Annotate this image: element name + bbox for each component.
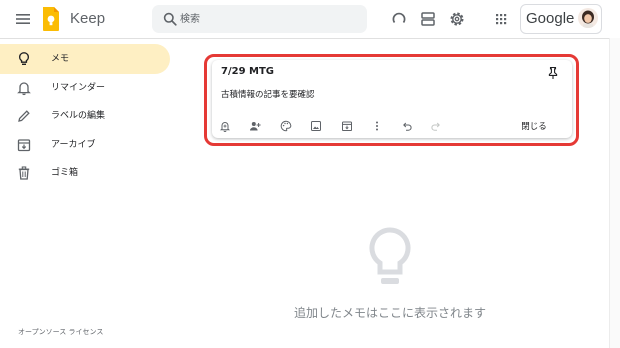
sidebar-item-label: リマインダー <box>51 83 106 93</box>
main-menu-button[interactable] <box>13 9 33 29</box>
note-title[interactable]: 7/29 MTG <box>221 66 274 77</box>
pencil-icon <box>16 108 32 124</box>
app-title: Keep <box>70 10 106 27</box>
sidebar-item-label: ゴミ箱 <box>51 168 79 178</box>
sidebar-item-label: メモ <box>51 54 70 64</box>
add-person-icon[interactable] <box>249 120 261 132</box>
hamburger-icon <box>16 14 30 24</box>
bell-plus-icon[interactable] <box>219 120 231 132</box>
empty-state-message: 追加したメモはここに表示されます <box>293 306 486 320</box>
bell-icon <box>16 80 32 96</box>
undo-icon[interactable] <box>401 120 413 132</box>
archive-icon[interactable] <box>341 120 353 132</box>
redo-icon[interactable] <box>430 120 442 132</box>
more-vert-icon[interactable] <box>371 120 383 132</box>
trash-icon <box>16 165 32 181</box>
search-icon[interactable] <box>163 12 177 26</box>
pin-icon[interactable] <box>546 66 560 80</box>
keep-logo-icon <box>43 7 59 31</box>
apps-grid-icon[interactable] <box>493 11 509 27</box>
lightbulb-icon <box>366 226 414 292</box>
close-button[interactable]: 閉じる <box>514 117 554 135</box>
image-icon[interactable] <box>310 120 322 132</box>
sidebar-item-label: アーカイブ <box>51 140 96 150</box>
gear-icon[interactable] <box>448 10 466 28</box>
lightbulb-icon <box>16 51 32 67</box>
keep-logo[interactable] <box>41 6 61 32</box>
list-view-icon[interactable] <box>419 10 437 28</box>
search-input[interactable] <box>180 5 360 33</box>
open-source-license-link[interactable]: オープンソース ライセンス <box>18 327 103 337</box>
archive-icon <box>16 137 32 153</box>
avatar[interactable] <box>578 8 598 28</box>
google-wordmark: Google <box>526 10 575 27</box>
scrollbar[interactable] <box>609 38 620 348</box>
note-body[interactable]: 古積情報の記事を要確認 <box>221 88 315 100</box>
refresh-icon[interactable] <box>390 10 408 28</box>
sidebar-item-label: ラベルの編集 <box>51 111 106 121</box>
palette-icon[interactable] <box>280 120 292 132</box>
